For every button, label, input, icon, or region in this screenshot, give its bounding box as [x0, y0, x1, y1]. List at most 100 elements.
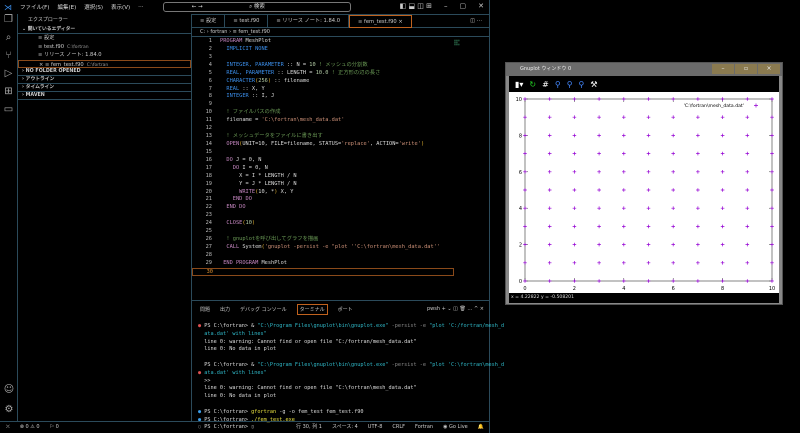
status-item[interactable]: Fortran: [415, 422, 433, 433]
editor-tab[interactable]: ≡ リリース ノート: 1.84.0: [268, 15, 350, 28]
status-item[interactable]: 🔔: [478, 422, 484, 433]
terminal-actions[interactable]: pwsh + ⌄ ◫ 🗑 … ^ ×: [427, 306, 484, 312]
x-tick-label: 4: [622, 286, 625, 292]
menu-item[interactable]: 選択(S): [84, 3, 103, 11]
zoom-icon[interactable]: ⚲: [567, 80, 573, 89]
line-number: 12: [205, 125, 212, 132]
status-item[interactable]: UTF-8: [368, 422, 383, 433]
sidebar-section[interactable]: › タイムライン: [18, 84, 191, 92]
code-token: ! ファイルパスの作成: [220, 109, 281, 116]
data-point: [572, 97, 577, 101]
search-icon[interactable]: ⌕: [0, 32, 17, 50]
menu-item[interactable]: ファイル(F): [20, 3, 49, 11]
data-point: [770, 279, 774, 283]
data-point: [547, 115, 552, 119]
status-item[interactable]: スペース: 4: [332, 422, 358, 433]
gp-minimize-button[interactable]: –: [712, 64, 734, 74]
data-point: [671, 242, 675, 247]
sidebar-section[interactable]: › NO FOLDER OPENED: [18, 68, 191, 76]
status-item[interactable]: ⊗ 0 ⚠ 0: [20, 422, 40, 433]
line-number: 27: [205, 243, 212, 250]
terminal-text: PS C:\fortran> &: [204, 323, 258, 329]
file-path: C:\fortran: [86, 62, 109, 68]
plot-area[interactable]: 0 2 4 6 8 10 0 2 4 6 8 10 'C:\fortran\mesh_data.dat': [509, 92, 779, 293]
code-line: 4 INTEGER, PARAMETER :: N = 10 ! メッシュの分割…: [192, 62, 452, 70]
code-line: 7 REAL :: X, Y: [192, 86, 452, 94]
status-item[interactable]: 行 30, 列 1: [296, 422, 322, 433]
source-control-icon[interactable]: ⑂: [0, 50, 17, 68]
menu-item[interactable]: 表示(V): [111, 3, 130, 11]
terminal-line: >>: [198, 378, 490, 386]
replot-icon[interactable]: ↻: [529, 80, 536, 89]
search-box[interactable]: ⌕ 検索: [163, 2, 351, 12]
code-token: 10, *: [258, 188, 275, 195]
terminal-text: PS C:\fortran>: [204, 408, 252, 415]
data-point: [523, 279, 527, 283]
split-editor-icon[interactable]: ◫ ⋯: [462, 15, 490, 28]
extensions-icon[interactable]: ⊞: [0, 86, 17, 104]
editor-tab[interactable]: ≡ test.f90: [225, 15, 269, 28]
zoom-back-icon[interactable]: ⚲: [555, 80, 561, 89]
status-item[interactable]: ⛌: [6, 422, 10, 433]
panel-tab[interactable]: デバッグ コンソール: [240, 306, 287, 313]
grid-icon[interactable]: #: [542, 80, 549, 89]
gp-maximize-button[interactable]: ▫: [735, 64, 757, 74]
maximize-button[interactable]: ▢: [460, 2, 467, 10]
code-token: ! メッシュの分割数: [315, 61, 368, 68]
status-item[interactable]: ◉ Go Live: [443, 422, 468, 433]
panel-tab[interactable]: ターミナル: [296, 303, 328, 315]
terminal-text: -persist -e: [388, 323, 430, 329]
data-point: [523, 224, 527, 229]
open-editor-item[interactable]: ≡ test.f90 C:\fortran: [18, 43, 191, 52]
minimize-button[interactable]: –: [444, 2, 448, 10]
code-line: 8 INTEGER :: I, J: [192, 93, 452, 101]
data-point: [547, 188, 552, 192]
line-number: 28: [205, 251, 212, 258]
run-debug-icon[interactable]: ▷: [0, 68, 17, 86]
status-item[interactable]: CRLF: [392, 422, 405, 433]
layout-icon[interactable]: ◧ ⬓ ◫ ⊞: [400, 2, 432, 10]
data-point: [696, 261, 700, 265]
status-item[interactable]: ⚐ 0: [50, 422, 59, 433]
sidebar-section[interactable]: › MAVEN: [18, 92, 191, 100]
code-editor[interactable]: 1 PROGRAM MeshPlot 2 IMPLICIT NONE 3 4 INTEG…: [192, 38, 454, 276]
data-point: [622, 279, 626, 283]
zoom-forward-icon[interactable]: ⚲: [579, 80, 585, 89]
open-editor-item[interactable]: ≡ リリース ノート: 1.84.0: [18, 51, 191, 60]
data-point: [622, 206, 626, 210]
code-line: 29 END PROGRAM MeshPlot: [192, 260, 452, 268]
y-tick-label: 0: [519, 279, 522, 285]
options-icon[interactable]: ⚒: [590, 80, 597, 89]
data-point: [745, 170, 750, 174]
menu-item[interactable]: 編集(E): [57, 3, 76, 11]
panel-tab[interactable]: ポート: [338, 306, 353, 313]
account-icon[interactable]: ☺: [0, 384, 18, 402]
remote-icon[interactable]: ▭: [0, 104, 17, 122]
data-point: [646, 115, 651, 119]
copy-icon[interactable]: ▮▾: [515, 80, 523, 89]
open-editor-item[interactable]: × ≡ fem_test.f90 C:\fortran: [18, 59, 191, 68]
panel-tab[interactable]: 出力: [220, 306, 230, 313]
panel-tab[interactable]: 問題: [200, 306, 210, 313]
explorer-icon[interactable]: ❐: [0, 14, 17, 32]
data-point: [646, 261, 651, 265]
gp-close-button[interactable]: ×: [758, 64, 780, 74]
editor-tab[interactable]: ≡ fem_test.f90 ×: [349, 15, 412, 28]
settings-gear-icon[interactable]: ⚙: [0, 404, 18, 422]
terminal[interactable]: ● PS C:\fortran> & "C:\Program Files\gnu…: [192, 323, 504, 432]
open-editors-section[interactable]: ⌄ 開いているエディター: [18, 26, 191, 34]
menu-item[interactable]: …: [138, 3, 144, 11]
data-point: [597, 242, 601, 247]
open-editor-item[interactable]: ≡ 設定: [18, 34, 191, 43]
breadcrumb[interactable]: C: › fortran › ≡ fem_test.f90: [192, 28, 490, 37]
terminal-text: gfortran: [251, 408, 277, 415]
data-point: [622, 133, 626, 138]
minimap[interactable]: ▤▤▤ ▤▤ ▤▤▤: [454, 40, 484, 70]
line-number: 8: [208, 93, 212, 100]
data-point: [572, 151, 577, 156]
line-number: 29: [205, 259, 212, 266]
terminal-text: >>: [198, 377, 211, 384]
sidebar-section[interactable]: › アウトライン: [18, 76, 191, 84]
close-button[interactable]: ✕: [478, 2, 484, 10]
editor-tab[interactable]: ≡ 設定: [192, 15, 226, 28]
